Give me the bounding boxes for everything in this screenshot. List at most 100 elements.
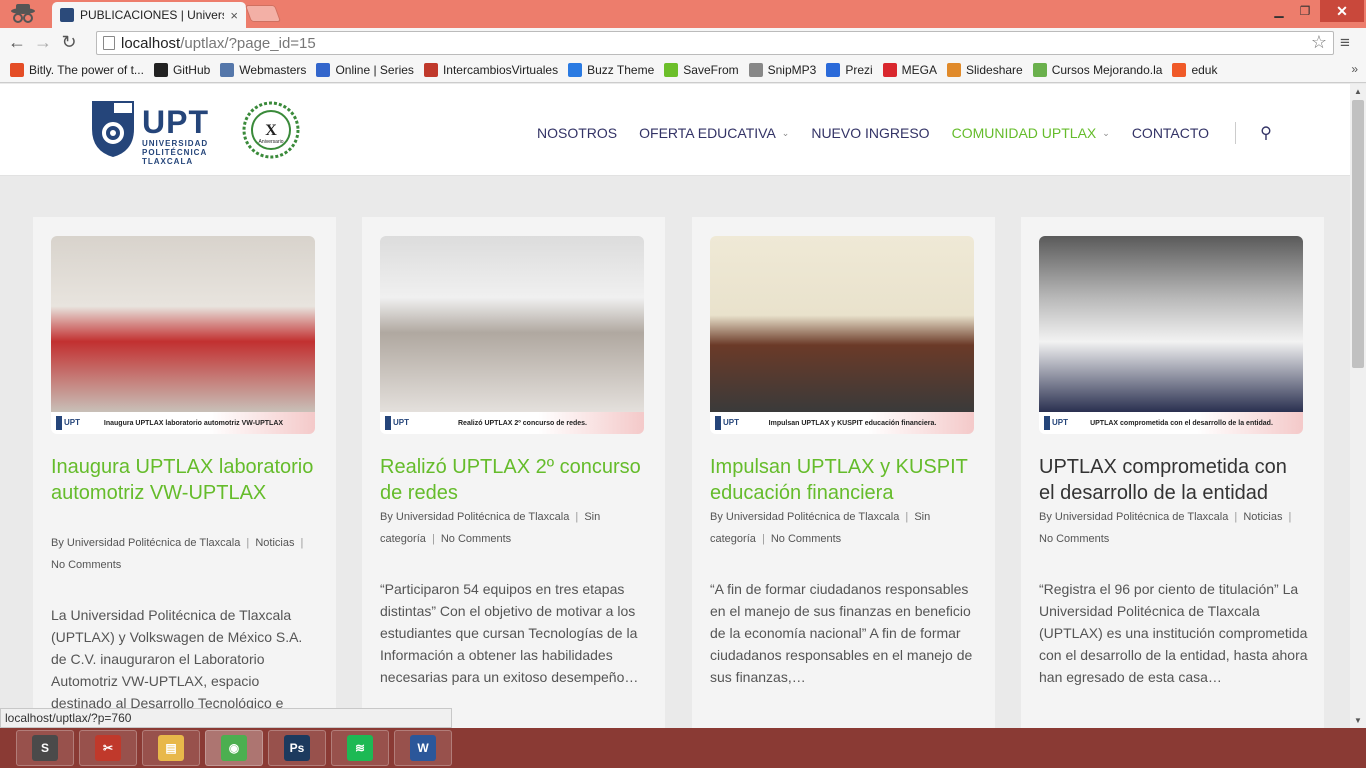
taskbar-button[interactable]: Ps — [268, 730, 326, 766]
bookmark-label: SnipMP3 — [767, 62, 817, 77]
bookmark-item[interactable]: Bitly. The power of t... — [10, 62, 144, 77]
post-comments-link[interactable]: No Comments — [51, 559, 121, 571]
post-excerpt: “Participaron 54 equipos en tres etapas … — [380, 581, 639, 685]
post-comments-link[interactable]: No Comments — [1039, 533, 1109, 545]
forward-button[interactable]: → — [30, 30, 56, 56]
post-author-link[interactable]: By Universidad Politécnica de Tlaxcala — [1039, 511, 1228, 523]
scrollbar-thumb[interactable] — [1352, 100, 1364, 368]
nav-item-label: NUEVO INGRESO — [811, 125, 930, 141]
bookmark-label: SaveFrom — [683, 62, 739, 77]
nav-divider — [1235, 122, 1237, 144]
post-thumbnail[interactable]: UPT Realizó UPTLAX 2º concurso de redes. — [380, 236, 644, 434]
meta-separator: | — [575, 511, 579, 523]
post-thumbnail[interactable]: UPT Impulsan UPTLAX y KUSPIT educación fi… — [710, 236, 974, 434]
taskbar-button[interactable]: ✂ — [79, 730, 137, 766]
taskbar-button[interactable]: ≋ — [331, 730, 389, 766]
nav-item-comunidad-uptlax[interactable]: COMUNIDAD UPTLAX ⌄ — [952, 125, 1110, 141]
nav-item-label: NOSOTROS — [537, 125, 618, 141]
caption-logo: UPT — [1044, 416, 1080, 430]
meta-separator: | — [761, 533, 765, 545]
bookmark-item[interactable]: SaveFrom — [664, 62, 739, 77]
post-photo — [710, 236, 974, 412]
post-thumbnail[interactable]: UPT UPTLAX comprometida con el desarrollo… — [1039, 236, 1303, 434]
chrome-icon: ◉ — [221, 735, 247, 761]
taskbar-button[interactable]: S — [16, 730, 74, 766]
close-window-button[interactable]: ✕ — [1320, 0, 1364, 22]
logo-mark-icon — [92, 101, 134, 157]
browser-tab[interactable]: PUBLICACIONES | Univers × — [52, 2, 246, 28]
photoshop-icon: Ps — [284, 735, 310, 761]
post-meta: By Universidad Politécnica de Tlaxcala |… — [380, 506, 646, 550]
bookmark-label: Prezi — [845, 62, 873, 77]
bookmark-label: MEGA — [901, 62, 938, 77]
nav-item-contacto[interactable]: CONTACTO — [1132, 125, 1209, 141]
nav-item-oferta-educativa[interactable]: OFERTA EDUCATIVA ⌄ — [639, 125, 789, 141]
search-icon[interactable]: ⚲ — [1260, 123, 1272, 143]
bookmark-item[interactable]: MEGA — [882, 62, 938, 77]
post-title-link[interactable]: Realizó UPTLAX 2º concurso de redes — [380, 454, 646, 506]
taskbar-button[interactable]: W — [394, 730, 452, 766]
back-button[interactable]: ← — [4, 30, 30, 56]
bookmark-item[interactable]: eduk — [1172, 62, 1217, 77]
post-card: UPT Inaugura UPTLAX laboratorio automotri… — [33, 217, 336, 728]
taskbar-button[interactable]: ◉ — [205, 730, 263, 766]
bookmark-label: Online | Series — [335, 62, 414, 77]
post-category-link[interactable]: Noticias — [1243, 511, 1282, 523]
reload-button[interactable]: ↻ — [56, 30, 82, 56]
scroll-up-arrow-icon[interactable]: ▲ — [1354, 87, 1362, 96]
bookmark-item[interactable]: GitHub — [153, 62, 211, 77]
nav-item-nosotros[interactable]: NOSOTROS — [537, 125, 617, 141]
chevron-down-icon: ⌄ — [781, 127, 790, 138]
post-author-link[interactable]: By Universidad Politécnica de Tlaxcala — [710, 511, 899, 523]
nav-item-nuevo-ingreso[interactable]: NUEVO INGRESO — [811, 125, 929, 141]
site-logo[interactable]: UPT UNIVERSIDAD POLITÉCNICA TLAXCALA — [90, 99, 218, 166]
page-scrollbar[interactable]: ▲ ▼ — [1350, 84, 1366, 728]
spotify-icon: ≋ — [347, 735, 373, 761]
post-excerpt: “A fin de formar ciudadanos responsables… — [710, 581, 973, 685]
bookmark-item[interactable]: IntercambiosVirtuales — [423, 62, 558, 77]
bookmark-item[interactable]: Online | Series — [316, 62, 414, 77]
eduk-icon — [1172, 62, 1187, 77]
post-thumbnail[interactable]: UPT Inaugura UPTLAX laboratorio automotri… — [51, 236, 315, 434]
post-card: UPT Impulsan UPTLAX y KUSPIT educación fi… — [692, 217, 995, 728]
photo-caption: Realizó UPTLAX 2º concurso de redes. — [458, 419, 587, 427]
mega-icon — [882, 62, 897, 77]
meta-separator: | — [246, 537, 250, 549]
post-author-link[interactable]: By Universidad Politécnica de Tlaxcala — [380, 511, 569, 523]
new-tab-button[interactable] — [244, 5, 282, 22]
browser-toolbar: ← → ↻ localhost/uptlax/?page_id=15 ☆ ≡ — [0, 28, 1366, 57]
more-bookmarks-icon[interactable]: » — [1351, 62, 1358, 76]
photo-caption-strip: UPT UPTLAX comprometida con el desarrollo… — [1039, 412, 1303, 434]
post-title-link[interactable]: Impulsan UPTLAX y KUSPIT educación finan… — [710, 454, 976, 506]
post-comments-link[interactable]: No Comments — [771, 533, 841, 545]
maximize-button[interactable]: ❐ — [1292, 0, 1318, 22]
bookmark-item[interactable]: Slideshare — [947, 62, 1023, 77]
browser-menu-icon[interactable]: ≡ — [1340, 33, 1350, 53]
post-title-link[interactable]: Inaugura UPTLAX laboratorio automotriz V… — [51, 454, 317, 506]
post-title-link[interactable]: UPTLAX comprometida con el desarrollo de… — [1039, 454, 1305, 506]
taskbar-button[interactable]: ▤ — [142, 730, 200, 766]
logo-subtitle: UNIVERSIDAD POLITÉCNICA TLAXCALA — [142, 139, 209, 166]
photo-caption-strip: UPT Realizó UPTLAX 2º concurso de redes. — [380, 412, 644, 434]
bookmark-item[interactable]: Prezi — [826, 62, 873, 77]
nav-item-label: CONTACTO — [1131, 125, 1210, 141]
address-bar[interactable]: localhost/uptlax/?page_id=15 ☆ — [96, 31, 1334, 55]
post-author-link[interactable]: By Universidad Politécnica de Tlaxcala — [51, 537, 240, 549]
close-tab-icon[interactable]: × — [230, 8, 238, 23]
bookmark-item[interactable]: Cursos Mejorando.la — [1032, 62, 1162, 77]
scroll-down-arrow-icon[interactable]: ▼ — [1354, 716, 1362, 725]
bookmark-item[interactable]: SnipMP3 — [748, 62, 817, 77]
slideshare-icon — [947, 62, 962, 77]
post-category-link[interactable]: Noticias — [255, 537, 294, 549]
site-header: UPT UNIVERSIDAD POLITÉCNICA TLAXCALA X A… — [0, 84, 1350, 176]
bookmark-label: GitHub — [172, 62, 211, 77]
post-meta: By Universidad Politécnica de Tlaxcala |… — [1039, 506, 1305, 550]
minimize-button[interactable]: ▁ — [1266, 0, 1292, 22]
bookmark-item[interactable]: Buzz Theme — [568, 62, 654, 77]
meta-separator: | — [1234, 511, 1238, 523]
bookmark-star-icon[interactable]: ☆ — [1311, 32, 1327, 53]
url-path: /uptlax/?page_id=15 — [180, 34, 316, 52]
post-comments-link[interactable]: No Comments — [441, 533, 511, 545]
bookmark-item[interactable]: Webmasters — [220, 62, 306, 77]
post-photo — [51, 236, 315, 412]
